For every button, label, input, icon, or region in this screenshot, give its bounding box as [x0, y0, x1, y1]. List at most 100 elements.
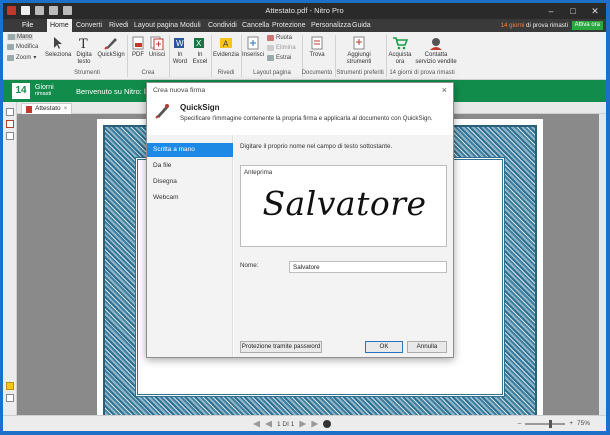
merge-label: Unisci	[148, 52, 166, 58]
tab-moduli[interactable]: Moduli	[177, 19, 204, 32]
quicksign-pen-icon	[154, 103, 170, 119]
status-bar: 1 DI 1 – + 75%	[3, 415, 606, 431]
password-protection-button[interactable]: Protezione tramite password	[240, 341, 322, 353]
group-documento: Documento	[301, 70, 333, 76]
type-text-button[interactable]: T Digita testo	[73, 34, 95, 65]
method-handwritten[interactable]: Scritta a mano	[147, 143, 233, 157]
zoom-out-icon[interactable]: –	[518, 420, 522, 427]
select-button[interactable]: Seleziona	[45, 34, 71, 59]
group-rivedi: Rivedi	[217, 70, 235, 76]
method-webcam[interactable]: Webcam	[147, 191, 233, 205]
dialog-close-icon[interactable]: ×	[442, 85, 447, 95]
delete-icon	[267, 45, 274, 51]
delete-button[interactable]: Elimina	[267, 45, 296, 51]
find-button[interactable]: Trova	[304, 34, 330, 59]
group-strumenti-preferiti: Strumenti preferiti	[336, 70, 384, 76]
minimize-icon[interactable]: –	[540, 3, 562, 19]
bookmarks-icon[interactable]	[6, 120, 14, 128]
rotate-button[interactable]: Ruota	[267, 35, 292, 41]
delete-label: Elimina	[276, 45, 296, 51]
add-tools-button[interactable]: Aggiungi strumenti	[339, 34, 379, 65]
rotate-icon	[267, 35, 274, 41]
hand-icon	[8, 34, 15, 40]
next-page-icon[interactable]	[299, 420, 307, 428]
to-excel-button[interactable]: X In Excel	[191, 34, 209, 65]
zoom-tool-button[interactable]: Zoom ▾	[7, 54, 36, 61]
page-indicator[interactable]: 1 DI 1	[277, 421, 294, 428]
attachments-icon[interactable]	[6, 132, 14, 140]
to-word-button[interactable]: W In Word	[171, 34, 189, 65]
insert-button[interactable]: Inserisci	[242, 34, 264, 59]
buy-now-button[interactable]: Acquista ora	[387, 34, 413, 65]
highlight-button[interactable]: A Evidenzia	[212, 34, 240, 59]
edit-tool-label: Modifica	[16, 44, 39, 50]
dialog-heading: QuickSign	[180, 103, 220, 112]
to-excel-label-1: In	[197, 52, 203, 58]
play-icon[interactable]	[323, 420, 332, 428]
signature-panel: Digitare il proprio nome nel campo di te…	[234, 135, 453, 357]
vertical-scrollbar[interactable]	[599, 114, 606, 415]
zoom-level: 75%	[576, 420, 590, 427]
tab-cancella[interactable]: Cancella	[239, 19, 272, 32]
quicksign-button[interactable]: QuickSign	[97, 34, 125, 59]
tab-guida[interactable]: Guida	[349, 19, 374, 32]
signature-rendering: Salvatore	[262, 184, 427, 223]
days-label-main: Giorni	[35, 84, 54, 91]
trial-notice: 14 giorni di prova rimasti	[501, 22, 568, 29]
doc-tab-attestato[interactable]: Attestato ×	[21, 103, 73, 114]
app-window: Attestato.pdf - Nitro Pro – □ ✕ File Hom…	[3, 3, 606, 431]
pages-panel-icon[interactable]	[6, 108, 14, 116]
tab-protezione[interactable]: Protezione	[269, 19, 308, 32]
zoom-slider[interactable]	[525, 419, 566, 428]
zoom-in-icon[interactable]: +	[569, 420, 573, 427]
extract-button[interactable]: Estrai	[267, 55, 291, 61]
tab-home[interactable]: Home	[47, 19, 72, 32]
type-text-label-1: Digita	[76, 52, 92, 58]
method-draw[interactable]: Disegna	[147, 175, 233, 189]
zoom-slider-knob[interactable]	[549, 419, 553, 428]
output-icon[interactable]	[6, 394, 14, 402]
pen-icon	[103, 36, 119, 50]
create-signature-dialog: Crea nuova firma × QuickSign Specificare…	[146, 82, 454, 358]
tab-converti[interactable]: Converti	[73, 19, 105, 32]
prev-page-icon[interactable]	[265, 420, 272, 428]
maximize-icon[interactable]: □	[562, 3, 584, 19]
excel-icon: X	[192, 36, 208, 50]
close-icon[interactable]: ✕	[584, 3, 606, 19]
activate-button[interactable]: Attiva ora	[571, 21, 603, 30]
tab-personalizza[interactable]: Personalizza	[308, 19, 354, 32]
last-page-icon[interactable]	[311, 420, 319, 428]
add-tools-label-1: Aggiungi	[347, 52, 371, 58]
trial-days: 14 giorni	[500, 22, 525, 29]
hand-tool-button[interactable]: Mano	[7, 34, 34, 40]
days-counter: 14	[12, 83, 30, 99]
tab-condividi[interactable]: Condividi	[205, 19, 240, 32]
tab-rivedi[interactable]: Rivedi	[106, 19, 131, 32]
edit-tool-button[interactable]: Modifica	[7, 44, 38, 50]
method-from-file[interactable]: Da file	[147, 159, 233, 173]
merge-button[interactable]: Unisci	[148, 34, 166, 59]
signature-method-list: Scritta a mano Da file Disegna Webcam	[147, 135, 233, 357]
page-navigation: 1 DI 1	[253, 420, 332, 428]
extract-label: Estrai	[276, 55, 292, 61]
trial-text: di prova rimasti	[524, 22, 568, 29]
add-tools-icon	[351, 36, 367, 50]
to-excel-label-2: Excel	[192, 58, 208, 65]
cancel-button[interactable]: Annulla	[407, 341, 447, 353]
preview-label: Anteprima	[244, 169, 273, 176]
pdf-button[interactable]: PDF	[130, 34, 146, 59]
comments-icon[interactable]	[6, 382, 14, 390]
ok-button[interactable]: OK	[365, 341, 403, 353]
merge-icon	[149, 36, 165, 51]
contact-sales-button[interactable]: Contatta servizio vendite	[415, 34, 457, 65]
close-tab-icon[interactable]: ×	[64, 104, 68, 114]
left-panel-rail	[3, 102, 17, 415]
buy-now-label-2: ora	[395, 58, 405, 65]
days-label-sub: rimasti	[35, 91, 52, 97]
tab-layout-pagina[interactable]: Layout pagina	[131, 19, 181, 32]
first-page-icon[interactable]	[253, 420, 260, 428]
quicksign-label: QuickSign	[97, 52, 125, 58]
chevron-down-icon: ▾	[33, 55, 37, 61]
name-input[interactable]	[289, 261, 447, 273]
tab-file[interactable]: File	[19, 19, 36, 32]
